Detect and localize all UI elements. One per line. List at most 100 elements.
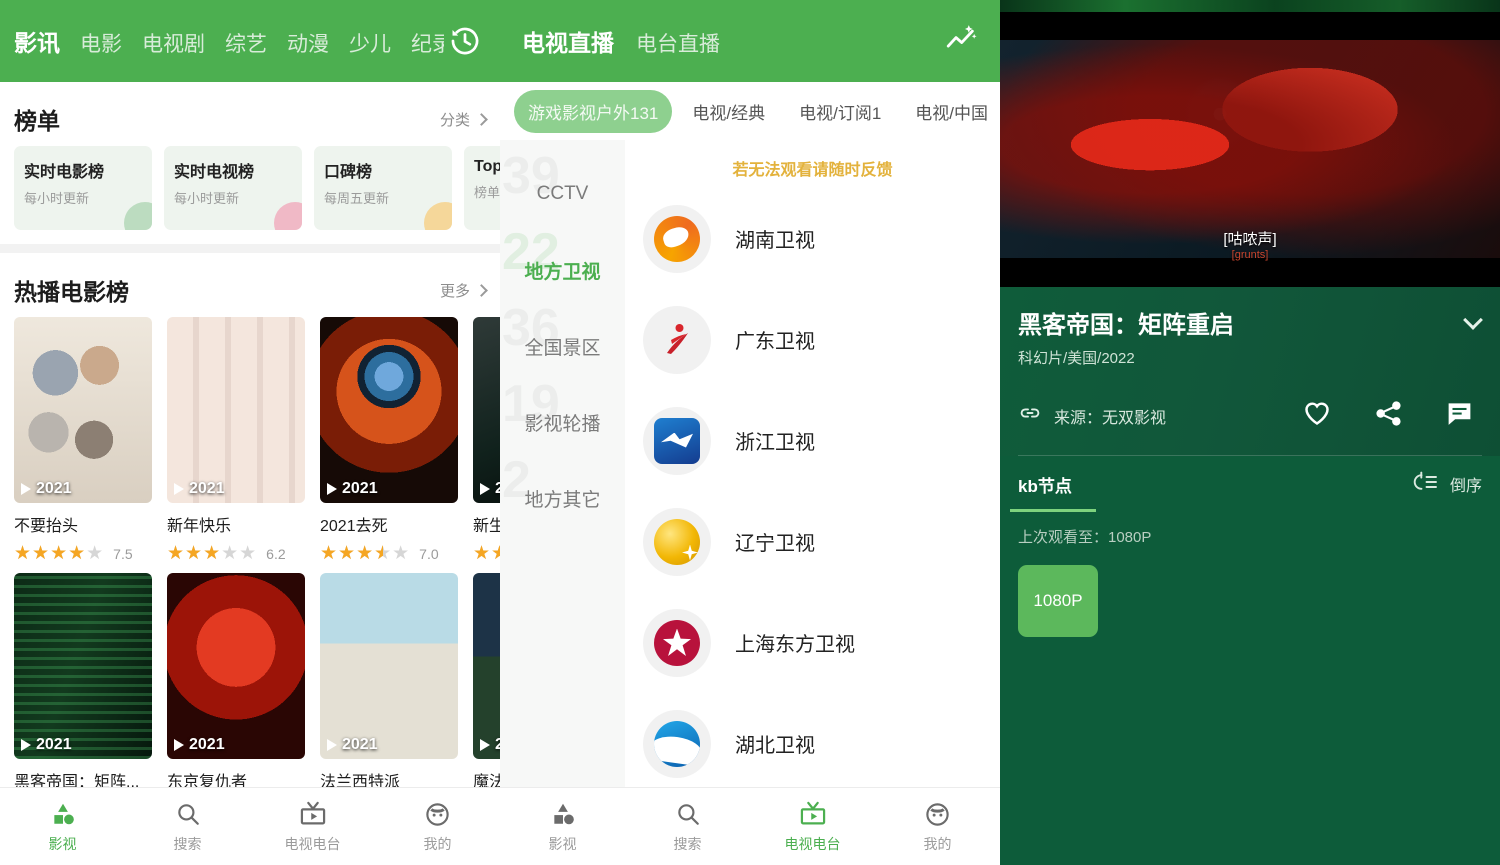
sort-control[interactable]: 倒序 [1412, 471, 1482, 498]
nav-item-search[interactable]: 搜索 [125, 799, 250, 854]
ranking-more-label: 分类 [439, 111, 470, 129]
movie-card[interactable]: 2021 东京复仇者 ★★★★★★★★★★ 6.9 [167, 573, 305, 819]
tab-anime[interactable]: 动漫 [287, 28, 329, 58]
subtitle-overlay: [咕哝声] [grunts] [1000, 228, 1500, 261]
home-category-tabs[interactable]: 影讯 电影 电视剧 综艺 动漫 少儿 纪录 [14, 24, 444, 58]
channel-item[interactable]: 辽宁卫视 [625, 491, 1000, 592]
source-info[interactable]: 来源：无双影视 [1018, 401, 1302, 430]
movie-title: 不要抬头 [14, 518, 79, 535]
chevron-right-icon [475, 112, 488, 126]
live-filter-chips[interactable]: 游戏影视户外131 电视/经典 电视/订阅1 电视/中国 电 [500, 82, 1000, 140]
movie-poster[interactable]: 2021 [473, 573, 500, 759]
channel-item[interactable]: 湖南卫视 [625, 188, 1000, 289]
channel-item[interactable]: 浙江卫视 [625, 390, 1000, 491]
tab-variety[interactable]: 综艺 [225, 28, 267, 58]
live-app-bar: 电视直播 电台直播 [500, 0, 1000, 82]
live-tabs[interactable]: 电视直播 电台直播 [522, 24, 944, 58]
history-icon[interactable] [444, 20, 486, 62]
channel-list[interactable]: 湖南卫视 广东卫视 浙江卫视 辽宁卫视 上海东方卫视 湖北卫视 [625, 188, 1000, 865]
tab-kids[interactable]: 少儿 [349, 28, 391, 58]
movie-poster[interactable]: 2021 [14, 573, 152, 759]
movie-rating: ★★★★★★★★★★ 7.5 [14, 544, 152, 563]
channel-item[interactable]: 广东卫视 [625, 289, 1000, 390]
nav-item-tv[interactable]: 电视电台 [750, 799, 875, 854]
movie-card[interactable]: 2021 法兰西特派 ★★★★★★★★★★ 7.8 [320, 573, 458, 819]
movie-title: 2021去死 [320, 518, 388, 535]
category-item-cctv[interactable]: 39 CCTV [500, 150, 625, 232]
home-bottom-nav[interactable]: 影视 搜索 电视电台 我的 [0, 787, 500, 865]
chevron-right-icon [475, 283, 488, 297]
movie-card[interactable]: 2021 新生 ★★★★★★★★★★ [473, 317, 500, 563]
movie-card[interactable]: 2021 黑客帝国：矩阵... ★★★★★★★★★★ 5.7 [14, 573, 152, 819]
nav-item-profile[interactable]: 我的 [375, 799, 500, 854]
tab-yingxun[interactable]: 影讯 [14, 24, 60, 58]
rank-card[interactable]: 口碑榜 每周五更新 [314, 146, 452, 230]
play-icon [327, 483, 337, 495]
rank-card-title: 实时电视榜 [174, 164, 255, 181]
link-icon [1018, 401, 1042, 430]
tab-tv-series[interactable]: 电视剧 [142, 28, 205, 58]
tab-documentary[interactable]: 纪录 [411, 28, 444, 58]
movie-card[interactable]: 2021 2021去死 ★★★★★★★★★★ 7.0 [320, 317, 458, 563]
detail-actions[interactable] [1302, 398, 1482, 433]
video-frame[interactable] [1000, 40, 1500, 258]
channel-column: 若无法观看请随时反馈 湖南卫视 广东卫视 浙江卫视 辽宁卫视 上海东方卫视 湖北… [625, 140, 1000, 865]
source-node-tabs[interactable]: kb节点 倒序 [1000, 456, 1500, 512]
chip-tv-subscribe[interactable]: 电视/订阅1 [785, 90, 895, 133]
source-row: 来源：无双影视 [1018, 398, 1482, 433]
ranking-more-button[interactable]: 分类 [439, 109, 488, 130]
hot-more-button[interactable]: 更多 [440, 280, 488, 301]
nav-item-profile[interactable]: 我的 [875, 799, 1000, 854]
ranking-card-row[interactable]: 实时电影榜 每小时更新 实时电视榜 每小时更新 口碑榜 每周五更新 Top 榜单 [0, 146, 500, 244]
rank-card[interactable]: Top 榜单 [464, 146, 500, 230]
category-item-movie-rotation[interactable]: 19 影视轮播 [500, 378, 625, 460]
movie-poster[interactable]: 2021 [167, 573, 305, 759]
chip-games-video-outdoor[interactable]: 游戏影视户外131 [514, 89, 673, 133]
source-label: 来源：无双影视 [1054, 409, 1167, 427]
episode-button-1080p[interactable]: 1080P [1018, 565, 1098, 637]
tab-radio-live[interactable]: 电台直播 [636, 28, 720, 58]
video-player[interactable]: [咕哝声] [grunts] [1000, 0, 1500, 287]
home-panel: 影讯 电影 电视剧 综艺 动漫 少儿 纪录 榜单 分类 实时电影榜 每小时更新 [0, 0, 500, 865]
nav-item-video[interactable]: 影视 [500, 799, 625, 854]
chip-tv-classic[interactable]: 电视/经典 [678, 90, 779, 133]
nav-item-search[interactable]: 搜索 [625, 799, 750, 854]
poster-year: 2021 [342, 736, 378, 753]
movie-row-1[interactable]: 2021 不要抬头 ★★★★★★★★★★ 7.5 2021 新年快乐 ★★★★★… [0, 317, 500, 573]
category-item-local-satellite[interactable]: 22 地方卫视 [500, 226, 625, 308]
trending-sparkle-icon[interactable] [944, 22, 978, 61]
movie-card[interactable]: 2021 魔法 ★★★★★★★★★★ [473, 573, 500, 819]
episode-grid[interactable]: 1080P [1018, 565, 1482, 637]
comment-icon[interactable] [1445, 399, 1474, 433]
movie-card[interactable]: 2021 新年快乐 ★★★★★★★★★★ 6.2 [167, 317, 305, 563]
movie-poster[interactable]: 2021 [320, 573, 458, 759]
movie-poster[interactable]: 2021 [320, 317, 458, 503]
channel-item[interactable]: 上海东方卫视 [625, 592, 1000, 693]
movie-card[interactable]: 2021 不要抬头 ★★★★★★★★★★ 7.5 [14, 317, 152, 563]
live-category-column[interactable]: 39 CCTV 22 地方卫视 36 全国景区 19 影视轮播 2 地方其它 [500, 140, 625, 865]
tab-movies[interactable]: 电影 [80, 28, 122, 58]
poster-year-badge: 2021 [21, 736, 72, 754]
episode-area: 上次观看至：1080P 1080P [1000, 512, 1500, 637]
category-item-local-other[interactable]: 2 地方其它 [500, 454, 625, 536]
share-icon[interactable] [1374, 399, 1403, 433]
movie-poster[interactable]: 2021 [14, 317, 152, 503]
tab-tv-live[interactable]: 电视直播 [522, 24, 614, 58]
nav-item-tv[interactable]: 电视电台 [250, 799, 375, 854]
star-rating: ★★★★★★★★★★ [320, 543, 411, 564]
category-label: 全国景区 [524, 337, 601, 359]
nav-item-video[interactable]: 影视 [0, 799, 125, 854]
rank-card[interactable]: 实时电视榜 每小时更新 [164, 146, 302, 230]
favorite-icon[interactable] [1302, 398, 1332, 433]
movie-poster[interactable]: 2021 [167, 317, 305, 503]
chip-tv-china[interactable]: 电视/中国 [901, 90, 1000, 133]
movie-poster[interactable]: 2021 [473, 317, 500, 503]
channel-item[interactable]: 湖北卫视 [625, 693, 1000, 794]
node-tab-kb[interactable]: kb节点 [1018, 472, 1412, 497]
poster-year-badge: 2021 [327, 736, 378, 754]
channel-name: 辽宁卫视 [735, 533, 815, 555]
rank-card[interactable]: 实时电影榜 每小时更新 [14, 146, 152, 230]
search-icon [175, 799, 201, 829]
category-item-scenic[interactable]: 36 全国景区 [500, 302, 625, 384]
live-bottom-nav[interactable]: 影视 搜索 电视电台 我的 [500, 787, 1000, 865]
